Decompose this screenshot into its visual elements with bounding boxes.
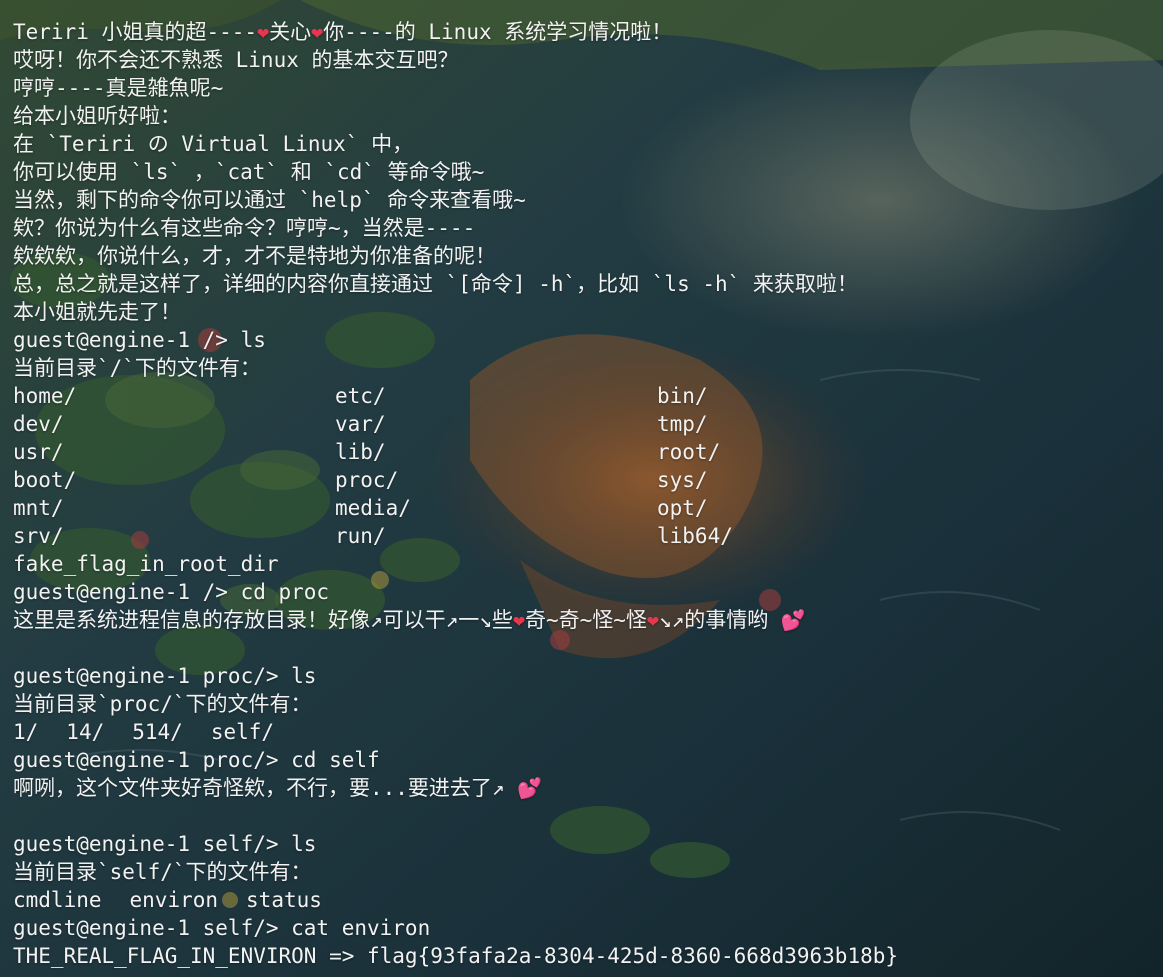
- directory-row: dev/ var/ tmp/: [13, 410, 1163, 438]
- directory-row: 1/ 14/ 514/ self/: [13, 718, 1163, 746]
- directory-entry: home/: [13, 384, 77, 408]
- intro-line-3: 哼哼----真是雑魚呢~: [13, 76, 224, 100]
- directory-entry: srv/: [13, 524, 64, 548]
- directory-entry: media/: [335, 496, 411, 520]
- directory-entry: bin/: [657, 384, 708, 408]
- directory-entry: 514/: [132, 720, 183, 744]
- directory-entry: opt/: [657, 496, 708, 520]
- red-heart-icon: ❤: [257, 20, 270, 44]
- command-prompt: guest@engine-1 proc/> ls: [13, 664, 317, 688]
- intro-line-4: 给本小姐听好啦：: [13, 104, 181, 128]
- command-prompt: guest@engine-1 /> cd proc: [13, 580, 330, 604]
- intro-line-2: 哎呀！你不会还不熟悉 Linux 的基本交互吧？: [13, 48, 459, 72]
- directory-entry: environ: [129, 888, 219, 912]
- directory-entry: mnt/: [13, 496, 64, 520]
- directory-listing-header: 当前目录`proc/`下的文件有：: [13, 692, 312, 716]
- command-prompt: guest@engine-1 self/> cat environ: [13, 916, 431, 940]
- intro-line-6: 你可以使用 `ls` ，`cat` 和 `cd` 等命令哦~: [13, 160, 485, 184]
- directory-entry: self/: [210, 720, 275, 744]
- directory-row: usr/ lib/ root/: [13, 438, 1163, 466]
- red-heart-icon: ❤: [311, 20, 324, 44]
- directory-entry: root/: [657, 440, 721, 464]
- directory-row: home/ etc/ bin/: [13, 382, 1163, 410]
- directory-entry: sys/: [657, 468, 708, 492]
- directory-row: cmdline environ status: [13, 886, 1163, 914]
- directory-entry: lib64/: [657, 524, 733, 548]
- directory-row: boot/ proc/ sys/: [13, 466, 1163, 494]
- response-message: 这里是系统进程信息的存放目录！好像↗可以干↗一↘些❤奇~奇~怪~怪❤↘↗的事情哟…: [13, 608, 806, 632]
- intro-line-7: 当然，剩下的命令你可以通过 `help` 命令来查看哦~: [13, 188, 526, 212]
- directory-entry: boot/: [13, 468, 77, 492]
- directory-row: srv/ run/ lib64/: [13, 522, 1163, 550]
- red-heart-icon: ❤: [646, 608, 659, 632]
- response-message: 啊咧，这个文件夹好奇怪欸，不行，要...要进去了↗ 💕: [13, 776, 543, 800]
- command-prompt: guest@engine-1 /> ls: [13, 328, 266, 352]
- two-hearts-icon: 💕: [517, 776, 543, 800]
- directory-entry: etc/: [335, 384, 386, 408]
- intro-line-11: 本小姐就先走了！: [13, 300, 181, 324]
- directory-entry: 1/: [13, 720, 39, 744]
- directory-entry: lib/: [335, 440, 386, 464]
- intro-line-1: Teriri 小姐真的超----❤关心❤你----的 Linux 系统学习情况啦…: [13, 20, 673, 44]
- intro-line-8: 欸？你说为什么有这些命令？哼哼~，当然是----: [13, 216, 476, 240]
- directory-entry: dev/: [13, 412, 64, 436]
- directory-entry: run/: [335, 524, 386, 548]
- directory-listing-header: 当前目录`/`下的文件有：: [13, 356, 261, 380]
- directory-entry: proc/: [335, 468, 399, 492]
- directory-entry: usr/: [13, 440, 64, 464]
- intro-line-9: 欸欸欸，你说什么，才，才不是特地为你准备的呢！: [13, 244, 496, 268]
- directory-listing-header: 当前目录`self/`下的文件有：: [13, 860, 312, 884]
- command-prompt: guest@engine-1 proc/> cd self: [13, 748, 380, 772]
- directory-entry: var/: [335, 412, 386, 436]
- directory-entry: fake_flag_in_root_dir: [13, 552, 279, 576]
- directory-row: mnt/ media/ opt/: [13, 494, 1163, 522]
- directory-entry: 14/: [66, 720, 105, 744]
- directory-entry: tmp/: [657, 412, 708, 436]
- intro-line-5: 在 `Teriri の Virtual Linux` 中，: [13, 132, 414, 156]
- directory-entry: status: [246, 888, 322, 912]
- flag-output: THE_REAL_FLAG_IN_ENVIRON => flag{93fafa2…: [13, 944, 899, 968]
- terminal-output[interactable]: Teriri 小姐真的超----❤关心❤你----的 Linux 系统学习情况啦…: [0, 0, 1163, 977]
- command-prompt: guest@engine-1 self/> ls: [13, 832, 317, 856]
- intro-line-10: 总，总之就是这样了，详细的内容你直接通过 `[命令] -h`，比如 `ls -h…: [13, 272, 858, 296]
- two-hearts-icon: 💕: [780, 608, 806, 632]
- red-heart-icon: ❤: [512, 608, 525, 632]
- directory-entry: cmdline: [13, 888, 102, 912]
